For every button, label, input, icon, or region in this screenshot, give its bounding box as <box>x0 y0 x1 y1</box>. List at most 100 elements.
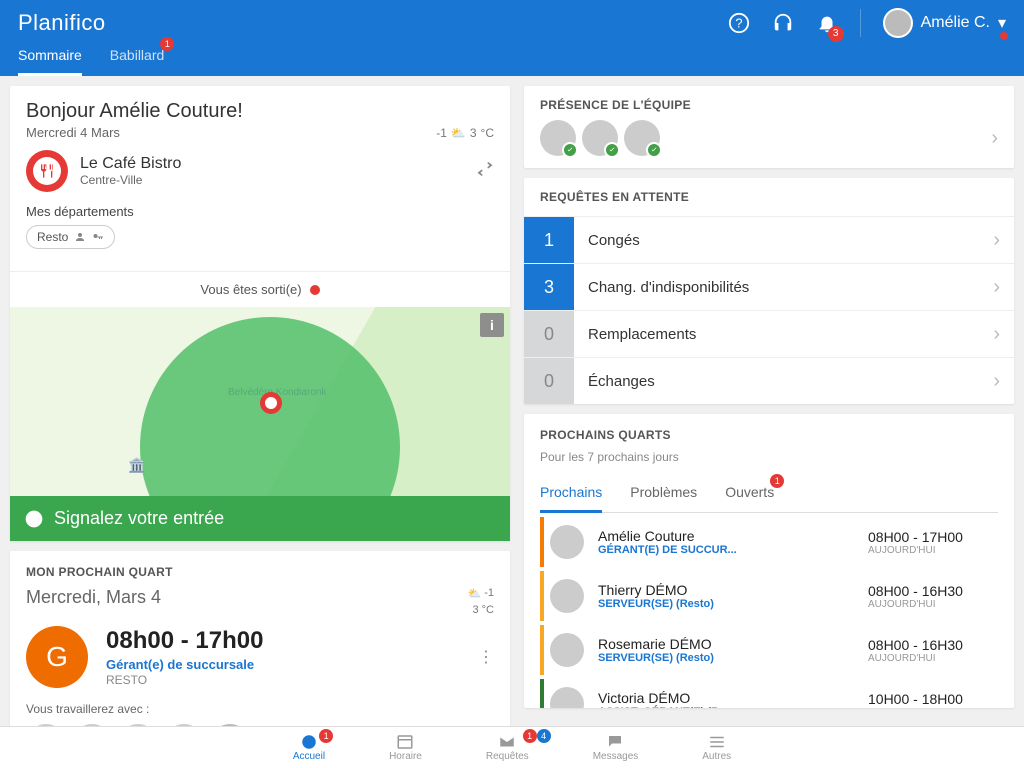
nav-messages[interactable]: Messages <box>593 733 639 762</box>
tab-summary[interactable]: Sommaire <box>18 39 82 76</box>
user-menu[interactable]: Amélie C. ▾ <box>883 8 1006 38</box>
bell-icon[interactable]: 3 <box>816 12 838 34</box>
nav-requests[interactable]: 1 4 Requêtes <box>486 733 529 762</box>
upcoming-heading: PROCHAINS QUARTS <box>540 428 998 442</box>
request-count: 3 <box>524 264 574 310</box>
shift-name: Amélie Couture <box>598 528 854 544</box>
shift-role: ASSIST.-GÉRANT(E) (Re... <box>598 706 854 708</box>
upcoming-card: PROCHAINS QUARTS Pour les 7 prochains jo… <box>524 414 1014 708</box>
request-row[interactable]: 3Chang. d'indisponibilités› <box>524 263 1014 310</box>
chevron-right-icon: › <box>993 370 1014 393</box>
tab-ouverts[interactable]: Ouverts1 <box>725 476 774 512</box>
avatar <box>883 8 913 38</box>
shift-role: SERVEUR(SE) (Resto) <box>598 652 854 664</box>
avatar <box>550 633 584 667</box>
shift-name: Thierry DÉMO <box>598 582 854 598</box>
shift-row[interactable]: Amélie CoutureGÉRANT(E) DE SUCCUR... 08H0… <box>540 517 998 567</box>
shift-time: 08h00 - 17h00 <box>106 627 263 655</box>
map-pin-icon <box>260 392 282 414</box>
clock-in-button[interactable]: Signalez votre entrée <box>10 496 510 541</box>
help-icon[interactable]: ? <box>728 12 750 34</box>
greeting-title: Bonjour Amélie Couture! <box>26 100 494 123</box>
next-shift-date: Mercredi, Mars 4 <box>26 587 161 608</box>
greeting-card: Bonjour Amélie Couture! Mercredi 4 Mars … <box>10 86 510 541</box>
brand: Planifico <box>18 10 106 36</box>
shift-role: SERVEUR(SE) (Resto) <box>598 598 854 610</box>
request-label: Congés <box>574 232 993 249</box>
chevron-right-icon: › <box>993 229 1014 252</box>
bottom-nav: 1 Accueil Horaire 1 4 Requêtes Messages … <box>0 726 1024 768</box>
tab-prochains[interactable]: Prochains <box>540 476 602 513</box>
topbar: Planifico ? 3 Amélie C. ▾ Sommaire Babil… <box>0 0 1024 76</box>
next-shift-heading: MON PROCHAIN QUART <box>26 565 494 579</box>
cowork-label: Vous travaillerez avec : <box>26 702 494 716</box>
request-label: Remplacements <box>574 326 993 343</box>
shift-dept: RESTO <box>106 673 263 687</box>
more-button[interactable]: ⋮ <box>478 647 494 667</box>
status-line: Vous êtes sorti(e) <box>10 271 510 307</box>
avatar <box>550 525 584 559</box>
presence-avatar <box>624 120 660 156</box>
tab-badge: 1 <box>770 474 784 488</box>
request-row[interactable]: 0Remplacements› <box>524 310 1014 357</box>
requests-card: REQUÊTES EN ATTENTE 1Congés›3Chang. d'in… <box>524 178 1014 404</box>
check-icon <box>604 142 620 158</box>
check-icon <box>562 142 578 158</box>
request-count: 0 <box>524 358 574 404</box>
headset-icon[interactable] <box>772 12 794 34</box>
shift-role: GÉRANT(E) DE SUCCUR... <box>598 544 854 556</box>
chevron-right-icon: › <box>993 323 1014 346</box>
clock-icon <box>24 509 44 529</box>
check-icon <box>646 142 662 158</box>
chevron-right-icon: › <box>991 127 998 150</box>
greeting-date: Mercredi 4 Mars <box>26 125 120 140</box>
shift-row[interactable]: Victoria DÉMOASSIST.-GÉRANT(E) (Re...10H… <box>540 679 998 708</box>
shift-row[interactable]: Thierry DÉMOSERVEUR(SE) (Resto)08H00 - 1… <box>540 571 998 621</box>
nav-badge: 1 <box>319 729 333 743</box>
shift-day: AUJOURD'HUI <box>868 653 998 664</box>
next-shift-weather: ⛅-1 3°C <box>468 587 494 616</box>
map[interactable]: Belvédère Kondiaronk i 🏛️ <box>10 307 510 496</box>
notif-badge: 3 <box>828 26 844 42</box>
weather: -1⛅3°C <box>436 126 494 140</box>
avatar <box>550 579 584 613</box>
presence-avatar <box>582 120 618 156</box>
presence-card[interactable]: PRÉSENCE DE L'ÉQUIPE › <box>524 86 1014 168</box>
chevron-down-icon: ▾ <box>998 13 1006 33</box>
status-dot-icon <box>310 285 320 295</box>
shift-badge: G <box>26 626 88 688</box>
map-info-button[interactable]: i <box>480 313 504 337</box>
request-label: Échanges <box>574 373 993 390</box>
swap-icon[interactable] <box>476 160 494 183</box>
svg-text:?: ? <box>735 15 742 30</box>
person-icon <box>74 231 86 243</box>
nav-schedule[interactable]: Horaire <box>389 733 422 762</box>
shift-day: AUJOURD'HUI <box>868 599 998 610</box>
nav-badge: 1 <box>523 729 537 743</box>
venue-name: Le Café Bistro <box>80 155 181 173</box>
nav-others[interactable]: Autres <box>702 733 731 762</box>
shift-day: AUJOURD'HUI <box>868 545 998 556</box>
dept-chip[interactable]: Resto <box>26 225 115 249</box>
shift-role[interactable]: Gérant(e) de succursale <box>106 657 263 672</box>
key-icon <box>92 231 104 243</box>
shift-time: 08H00 - 17H00 <box>868 529 998 545</box>
nav-badge: 4 <box>537 729 551 743</box>
presence-heading: PRÉSENCE DE L'ÉQUIPE <box>540 98 998 112</box>
request-row[interactable]: 0Échanges› <box>524 357 1014 404</box>
request-count: 0 <box>524 311 574 357</box>
shift-day: AUJOURD'HUI <box>868 707 998 709</box>
tab-problemes[interactable]: Problèmes <box>630 476 697 512</box>
depts-label: Mes départements <box>26 204 494 219</box>
tab-babillard[interactable]: Babillard1 <box>110 39 164 76</box>
shift-row[interactable]: Rosemarie DÉMOSERVEUR(SE) (Resto)08H00 -… <box>540 625 998 675</box>
request-row[interactable]: 1Congés› <box>524 216 1014 263</box>
user-name: Amélie C. <box>921 14 990 32</box>
shift-time: 08H00 - 16H30 <box>868 637 998 653</box>
venue-icon <box>26 150 68 192</box>
nav-home[interactable]: 1 Accueil <box>293 733 325 762</box>
venue-area: Centre-Ville <box>80 173 181 187</box>
shift-name: Victoria DÉMO <box>598 690 854 706</box>
request-label: Chang. d'indisponibilités <box>574 279 993 296</box>
upcoming-sub: Pour les 7 prochains jours <box>540 450 998 464</box>
